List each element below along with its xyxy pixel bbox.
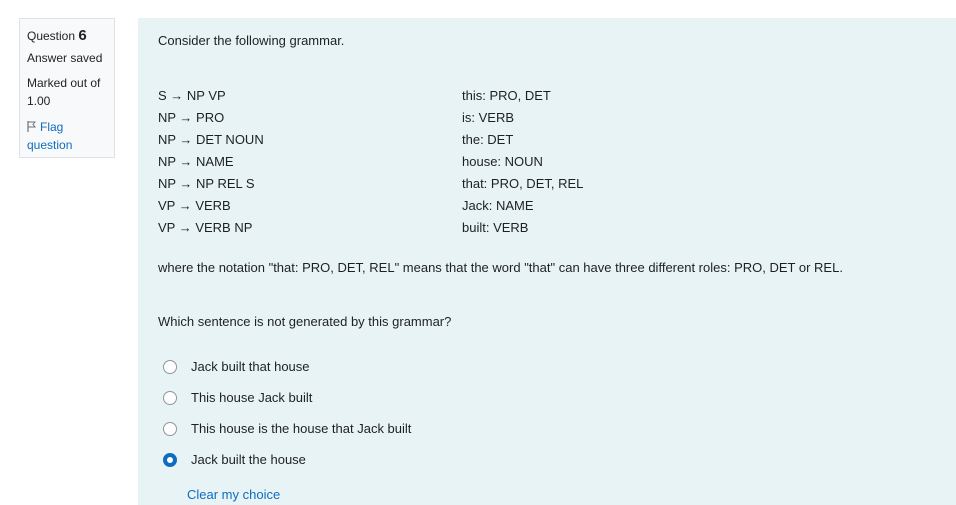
lexicon-entry: the: DET xyxy=(462,132,514,147)
grammar-rule: S → NP VP xyxy=(158,88,226,103)
lexicon-entries: this: PRO, DET is: VERB the: DET house: … xyxy=(462,87,583,241)
answer-label: Jack built the house xyxy=(191,452,306,467)
question-label: Question xyxy=(27,29,76,43)
lexicon-entry: built: VERB xyxy=(462,220,529,235)
answer-radio-2[interactable] xyxy=(163,391,177,405)
lexicon-entry: this: PRO, DET xyxy=(462,88,551,103)
answer-radio-3[interactable] xyxy=(163,422,177,436)
answer-radio-1[interactable] xyxy=(163,360,177,374)
question-number: Question 6 xyxy=(27,27,107,45)
flag-icon xyxy=(27,121,37,132)
clear-choice-link[interactable]: Clear my choice xyxy=(187,487,280,502)
question-number-value: 6 xyxy=(78,27,87,44)
answer-state: Answer saved xyxy=(27,51,103,65)
answer-label: Jack built that house xyxy=(191,359,310,374)
question-intro: Consider the following grammar. xyxy=(158,33,345,48)
lexicon-entry: that: PRO, DET, REL xyxy=(462,176,584,191)
answer-option-3[interactable]: This house is the house that Jack built xyxy=(163,420,411,451)
grammar-rule: NP → NAME xyxy=(158,154,234,169)
question-info-panel: Question 6 Answer saved Marked out of 1.… xyxy=(19,18,115,158)
question-content: Consider the following grammar. S → NP V… xyxy=(138,18,956,505)
answer-option-4[interactable]: Jack built the house xyxy=(163,451,411,482)
grammar-rule: NP → NP REL S xyxy=(158,176,255,191)
answer-option-1[interactable]: Jack built that house xyxy=(163,358,411,389)
answer-option-2[interactable]: This house Jack built xyxy=(163,389,411,420)
answer-label: This house is the house that Jack built xyxy=(191,421,412,436)
grammar-rule: VP → VERB xyxy=(158,198,231,213)
flag-question-link[interactable]: Flag question xyxy=(27,118,107,154)
lexicon-entry: Jack: NAME xyxy=(462,198,534,213)
answer-options: Jack built that house This house Jack bu… xyxy=(163,358,411,482)
notation-note: where the notation "that: PRO, DET, REL"… xyxy=(158,260,843,275)
grammar-rule: NP → DET NOUN xyxy=(158,132,264,147)
question-prompt: Which sentence is not generated by this … xyxy=(158,314,452,329)
lexicon-entry: is: VERB xyxy=(462,110,515,125)
lexicon-entry: house: NOUN xyxy=(462,154,543,169)
grammar-rules: S → NP VP NP → PRO NP → DET NOUN NP → NA… xyxy=(158,87,264,241)
grade-info: Marked out of 1.00 xyxy=(27,76,101,108)
answer-radio-4[interactable] xyxy=(163,453,177,467)
grammar-rule: NP → PRO xyxy=(158,110,225,125)
grammar-rule: VP → VERB NP xyxy=(158,220,253,235)
answer-label: This house Jack built xyxy=(191,390,313,405)
